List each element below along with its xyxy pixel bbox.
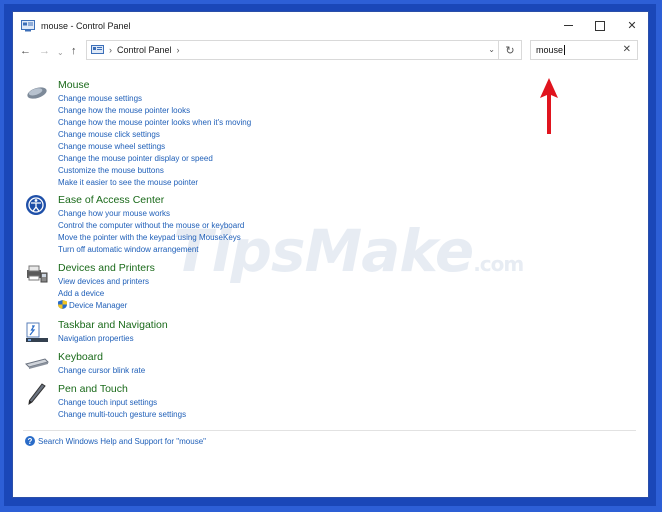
- link-mouse-works[interactable]: Change how your mouse works: [58, 208, 244, 220]
- address-separator[interactable]: ›: [109, 45, 112, 55]
- back-button[interactable]: ←: [20, 45, 31, 57]
- search-input-value: mouse: [536, 44, 566, 56]
- control-panel-window: mouse - Control Panel ✕ ← → ⌄ ↑ › Contro…: [12, 11, 649, 498]
- window-title: mouse - Control Panel: [41, 20, 131, 31]
- pen-icon: [28, 383, 46, 405]
- link-pointer-display-speed[interactable]: Change the mouse pointer display or spee…: [58, 153, 251, 165]
- close-icon: ✕: [627, 20, 637, 32]
- search-input[interactable]: mouse ✕: [530, 40, 638, 60]
- group-links-mouse: Change mouse settings Change how the mou…: [58, 93, 251, 189]
- minimize-icon: [563, 25, 573, 26]
- control-panel-location-icon: [91, 45, 104, 54]
- breadcrumb-chevron-icon[interactable]: ›: [177, 45, 180, 55]
- text-caret: [564, 45, 566, 56]
- navigation-bar: ← → ⌄ ↑ › Control Panel › ⌄ ↻ mouse ✕: [13, 39, 648, 67]
- group-links-taskbar: Navigation properties: [58, 333, 134, 345]
- link-pointer-looks[interactable]: Change how the mouse pointer looks: [58, 105, 251, 117]
- minimize-button[interactable]: [552, 12, 584, 39]
- results-divider: [23, 430, 636, 431]
- help-search-link[interactable]: ? Search Windows Help and Support for "m…: [25, 436, 206, 446]
- maximize-icon: [595, 20, 605, 31]
- address-bar[interactable]: › Control Panel › ⌄ ↻: [86, 40, 522, 60]
- group-title-keyboard[interactable]: Keyboard: [58, 351, 103, 363]
- link-add-device[interactable]: Add a device: [58, 288, 149, 300]
- link-device-manager[interactable]: Device Manager: [58, 300, 149, 312]
- control-panel-icon: [21, 19, 35, 31]
- link-multitouch-gestures[interactable]: Change multi-touch gesture settings: [58, 409, 186, 421]
- mouse-icon: [27, 87, 47, 99]
- link-wheel-settings[interactable]: Change mouse wheel settings: [58, 141, 251, 153]
- link-pointer-looks-moving[interactable]: Change how the mouse pointer looks when …: [58, 117, 251, 129]
- ease-of-access-icon: [26, 195, 46, 215]
- recent-locations-button[interactable]: ⌄: [57, 48, 64, 57]
- group-title-mouse[interactable]: Mouse: [58, 79, 90, 91]
- group-title-devices-printers[interactable]: Devices and Printers: [58, 262, 155, 274]
- maximize-button[interactable]: [584, 12, 616, 39]
- link-control-without-mouse[interactable]: Control the computer without the mouse o…: [58, 220, 244, 232]
- link-change-mouse-settings[interactable]: Change mouse settings: [58, 93, 251, 105]
- group-title-taskbar[interactable]: Taskbar and Navigation: [58, 319, 168, 331]
- clear-search-button[interactable]: ✕: [623, 44, 631, 55]
- annotation-arrow-icon: [540, 78, 558, 134]
- keyboard-icon: [25, 358, 49, 369]
- link-mousekeys[interactable]: Move the pointer with the keypad using M…: [58, 232, 244, 244]
- link-cursor-blink-rate[interactable]: Change cursor blink rate: [58, 365, 145, 377]
- uac-shield-icon: [58, 300, 67, 309]
- forward-button[interactable]: →: [39, 45, 50, 57]
- group-links-keyboard: Change cursor blink rate: [58, 365, 145, 377]
- group-links-devices-printers: View devices and printers Add a device D…: [58, 276, 149, 312]
- breadcrumb-control-panel[interactable]: Control Panel: [117, 45, 172, 55]
- printer-icon: [27, 265, 48, 283]
- group-title-pen-touch[interactable]: Pen and Touch: [58, 383, 128, 395]
- group-links-ease-of-access: Change how your mouse works Control the …: [58, 208, 244, 256]
- refresh-button[interactable]: ↻: [498, 41, 521, 59]
- link-easier-see-pointer[interactable]: Make it easier to see the mouse pointer: [58, 177, 251, 189]
- taskbar-icon: [26, 322, 48, 342]
- link-customize-buttons[interactable]: Customize the mouse buttons: [58, 165, 251, 177]
- help-icon: ?: [25, 436, 35, 446]
- link-touch-input-settings[interactable]: Change touch input settings: [58, 397, 186, 409]
- group-links-pen-touch: Change touch input settings Change multi…: [58, 397, 186, 421]
- address-dropdown-button[interactable]: ⌄: [488, 45, 495, 54]
- link-window-arrangement[interactable]: Turn off automatic window arrangement: [58, 244, 244, 256]
- link-navigation-properties[interactable]: Navigation properties: [58, 333, 134, 345]
- link-view-devices[interactable]: View devices and printers: [58, 276, 149, 288]
- group-title-ease-of-access[interactable]: Ease of Access Center: [58, 194, 164, 206]
- up-button[interactable]: ↑: [71, 45, 77, 57]
- help-search-text[interactable]: Search Windows Help and Support for "mou…: [38, 437, 206, 446]
- link-click-settings[interactable]: Change mouse click settings: [58, 129, 251, 141]
- title-bar: mouse - Control Panel ✕: [13, 12, 648, 39]
- refresh-icon: ↻: [505, 44, 515, 57]
- close-button[interactable]: ✕: [616, 12, 648, 39]
